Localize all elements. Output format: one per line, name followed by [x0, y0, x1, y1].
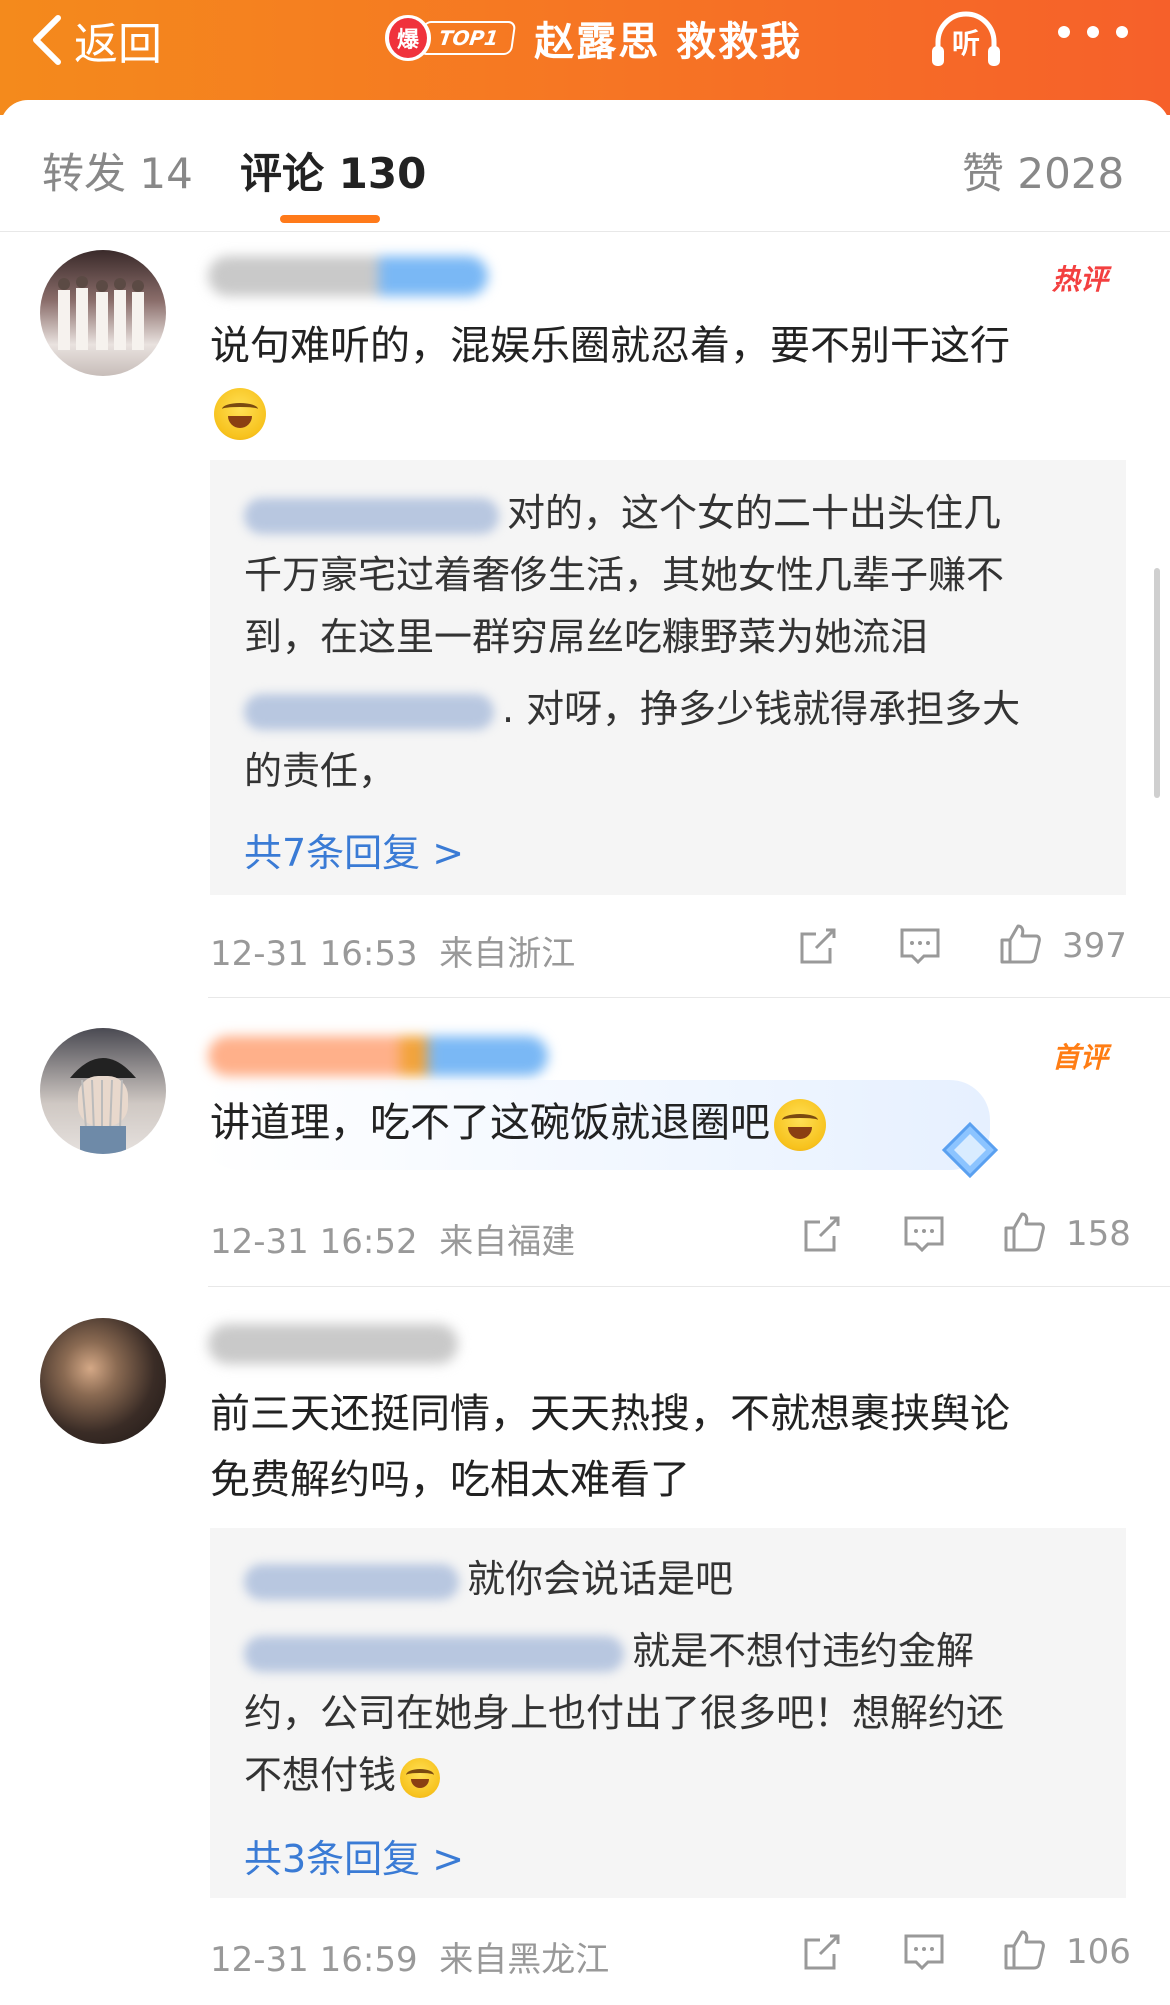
- avatar[interactable]: [40, 250, 166, 376]
- hot-icon: 爆: [385, 15, 431, 61]
- emoji-laugh-cry-icon: [400, 1757, 441, 1798]
- username-blurred[interactable]: [208, 256, 488, 296]
- top-bar: 返回 爆 TOP1 赵露思 救救我 听: [0, 0, 1170, 115]
- emoji-laugh-cry-icon: [774, 1099, 826, 1151]
- reply-text: 不想付钱: [244, 1753, 397, 1797]
- avatar[interactable]: [40, 1318, 166, 1444]
- page-title: 赵露思 救救我: [534, 19, 803, 65]
- scrollbar[interactable]: [1154, 568, 1160, 798]
- comment-body: 说句难听的，混娱乐圈就忍着，要不别干这行: [210, 323, 1010, 369]
- first-comment-badge: 首评: [1052, 1041, 1109, 1074]
- reply-line: . 对呀，挣多少钱就得承担多大: [244, 678, 1094, 740]
- hot-icon-label: 爆: [389, 18, 427, 58]
- reply-line: 就是不想付违约金解: [244, 1620, 1094, 1682]
- like-count: 106: [1066, 1932, 1131, 1972]
- hot-topic-title: 爆 TOP1 赵露思 救救我: [385, 8, 802, 68]
- back-label: 返回: [74, 19, 162, 70]
- comment-meta: 12-31 16:53 来自浙江: [210, 926, 575, 975]
- comment-body-line: 前三天还挺同情，天天热搜，不就想裹挟舆论: [210, 1391, 1010, 1437]
- share-icon[interactable]: [800, 1212, 844, 1260]
- diamond-icon: [941, 1121, 999, 1179]
- more-dots-icon[interactable]: [1058, 12, 1128, 52]
- comment-time: 12-31 16:52: [210, 1222, 418, 1262]
- comment-location: 来自福建: [439, 1222, 576, 1262]
- reply-author-blurred: [244, 497, 499, 534]
- tab-comments[interactable]: 评论 130: [240, 140, 426, 201]
- reply-line: 的责任，: [244, 749, 397, 793]
- username-blurred[interactable]: [208, 1324, 458, 1364]
- avatar[interactable]: [40, 1028, 166, 1154]
- more-replies-link[interactable]: 共3条回复 >: [244, 1828, 464, 1883]
- back-button[interactable]: 返回: [30, 10, 162, 70]
- like-count: 158: [1066, 1214, 1131, 1254]
- comment-icon[interactable]: [898, 924, 942, 972]
- username-blurred[interactable]: [208, 1036, 548, 1076]
- reply-line: 就你会说话是吧: [244, 1548, 1094, 1610]
- reply-preview-box[interactable]: 对的，这个女的二十出头住几 千万豪宅过着奢侈生活，其她女性几辈子赚不 到，在这里…: [210, 460, 1126, 895]
- comment-body: 讲道理，吃不了这碗饭就退圈吧: [210, 1100, 770, 1146]
- emoji-laugh-cry-icon: [214, 388, 266, 440]
- comment-body-line: 免费解约吗，吃相太难看了: [210, 1457, 690, 1503]
- more-replies-link[interactable]: 共7条回复 >: [244, 822, 464, 877]
- tab-indicator: [280, 215, 380, 223]
- comment-time: 12-31 16:59: [210, 1940, 418, 1980]
- comment-meta: 12-31 16:52 来自福建: [210, 1214, 575, 1263]
- reply-text: . 对呀，挣多少钱就得承担多大: [502, 687, 1021, 731]
- reply-author-blurred: [244, 1563, 459, 1600]
- like-icon[interactable]: [1002, 1210, 1046, 1258]
- comment-meta: 12-31 16:59 来自黑龙江: [210, 1932, 609, 1981]
- reply-preview-box[interactable]: 就你会说话是吧 就是不想付违约金解 约，公司在她身上也付出了很多吧！想解约还 不…: [210, 1528, 1126, 1898]
- comment-time: 12-31 16:53: [210, 934, 418, 974]
- reply-line: 对的，这个女的二十出头住几: [244, 482, 1094, 544]
- listen-label: 听: [951, 27, 980, 60]
- hot-comment-badge: 热评: [1052, 263, 1109, 296]
- comment-icon[interactable]: [902, 1212, 946, 1260]
- reply-line: 不想付钱: [244, 1744, 1094, 1806]
- reply-line: 约，公司在她身上也付出了很多吧！想解约还: [244, 1691, 1005, 1735]
- comment-text: 前三天还挺同情，天天热搜，不就想裹挟舆论 免费解约吗，吃相太难看了: [210, 1381, 1110, 1513]
- reply-text: 对的，这个女的二十出头住几: [507, 491, 1002, 535]
- reply-text: 就你会说话是吧: [467, 1557, 734, 1601]
- reply-line: 到，在这里一群穷屌丝吃糠野菜为她流泪: [244, 615, 929, 659]
- chevron-left-icon: [33, 15, 61, 65]
- divider: [208, 997, 1170, 998]
- share-icon[interactable]: [800, 1930, 844, 1978]
- comment-location: 来自浙江: [439, 934, 576, 974]
- comment-text: 说句难听的，混娱乐圈就忍着，要不别干这行: [210, 313, 1110, 445]
- like-icon[interactable]: [1002, 1928, 1046, 1976]
- like-count: 397: [1062, 926, 1127, 966]
- tab-repost[interactable]: 转发 14: [42, 140, 193, 201]
- reply-line: 千万豪宅过着奢侈生活，其她女性几辈子赚不: [244, 553, 1005, 597]
- reply-text: 就是不想付违约金解: [632, 1629, 975, 1673]
- tab-likes[interactable]: 赞 2028: [962, 140, 1124, 201]
- comment-location: 来自黑龙江: [439, 1940, 610, 1980]
- reply-author-blurred: [244, 693, 494, 730]
- tab-bar: 转发 14 评论 130 赞 2028: [0, 100, 1170, 232]
- divider: [208, 1286, 1170, 1287]
- like-icon[interactable]: [998, 922, 1042, 970]
- reply-author-blurred: [244, 1635, 624, 1672]
- comment-icon[interactable]: [902, 1930, 946, 1978]
- share-icon[interactable]: [796, 924, 840, 972]
- listen-button[interactable]: 听: [928, 8, 1004, 68]
- top-rank-badge: TOP1: [418, 21, 517, 55]
